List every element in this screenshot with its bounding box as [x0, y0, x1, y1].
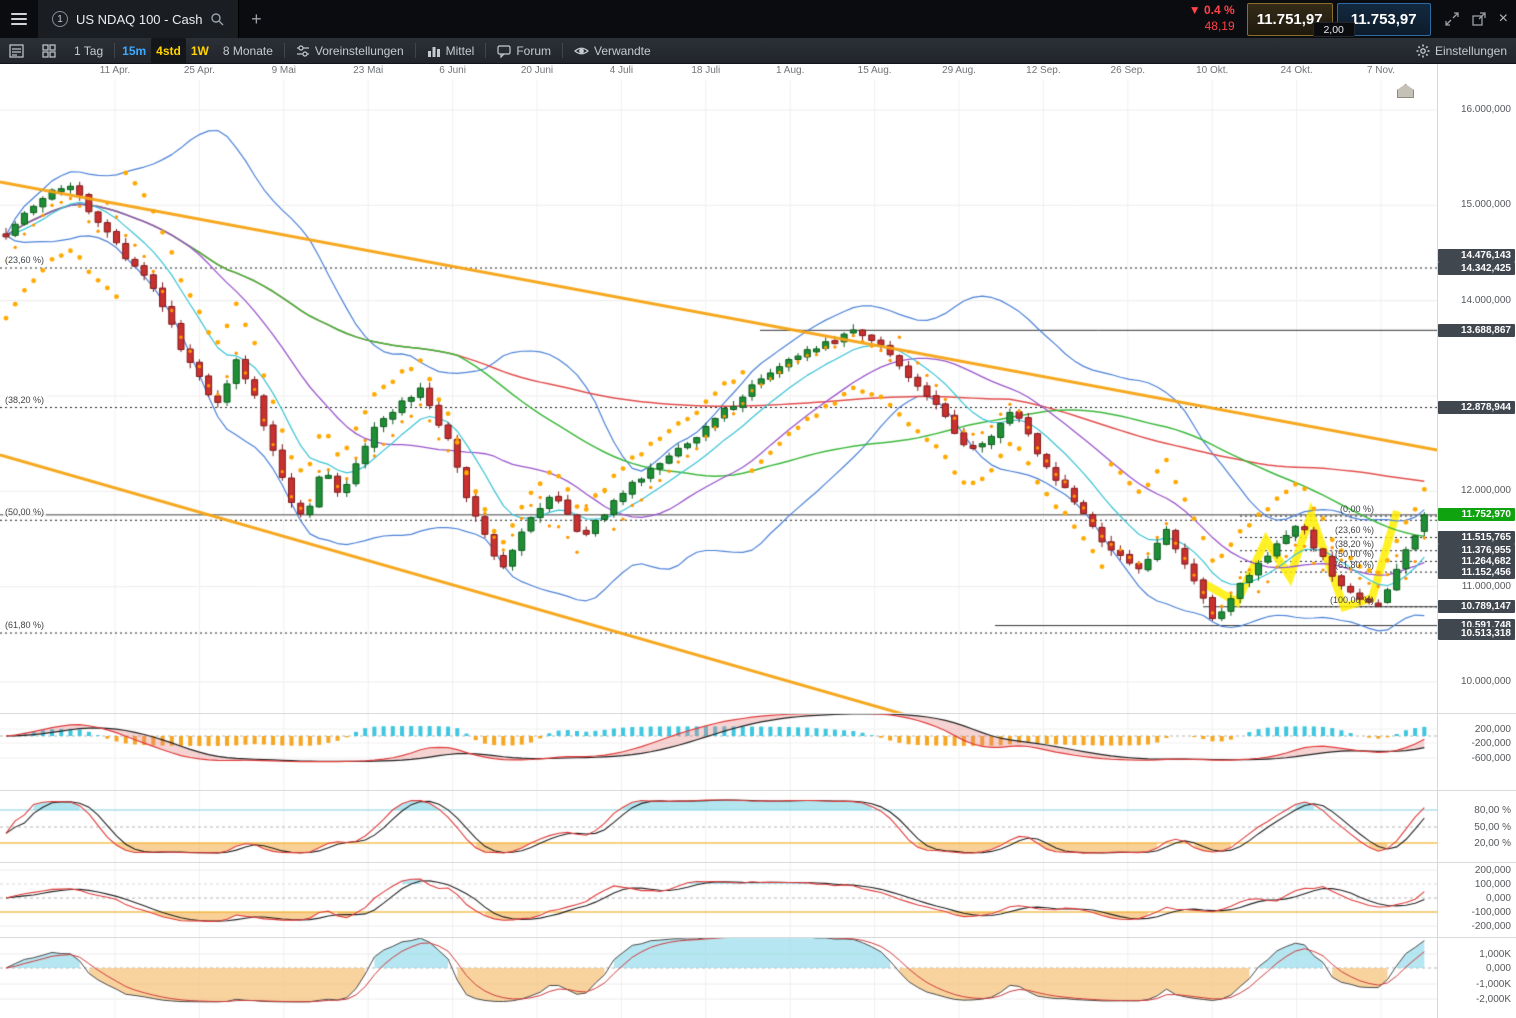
hamburger-icon — [11, 10, 27, 28]
price-change: ▼ 0.4 % 48,19 — [1189, 3, 1235, 34]
sliders-icon — [296, 44, 310, 58]
fib-level-label: (0,00 %) — [1256, 504, 1374, 514]
fib-level-label: (38,20 %) — [3, 395, 46, 405]
panel-axis-label: 80,00 % — [1441, 805, 1511, 816]
fib-level-label: (61,80 %) — [1256, 560, 1374, 570]
price-axis-label: 11.000,000 — [1441, 581, 1511, 592]
quote-panel: 11.751,97 11.753,97 2,00 — [1247, 0, 1431, 38]
panel-axis-label: -600,000 — [1441, 753, 1511, 764]
presets-button[interactable]: Voreinstellungen — [287, 38, 413, 64]
price-level-badge: 13.688,867 — [1438, 324, 1515, 337]
instrument-title: US NDAQ 100 - Cash — [76, 12, 202, 27]
change-percent: 0.4 % — [1204, 3, 1235, 17]
speech-bubble-icon — [497, 44, 511, 58]
price-axis-label: 15.000,000 — [1441, 199, 1511, 210]
panel-axis-label: 200,000 — [1441, 865, 1511, 876]
spread-value: 2,00 — [1313, 22, 1355, 37]
fib-level-label: (23,60 %) — [1256, 525, 1374, 535]
settings-button[interactable]: Einstellungen — [1407, 38, 1516, 64]
date-label: 9 Mai — [272, 65, 296, 76]
date-label: 26 Sep. — [1111, 65, 1145, 76]
chart-panel-button[interactable] — [0, 38, 33, 64]
fib-level-label: (23,60 %) — [3, 255, 46, 265]
date-label: 25 Apr. — [184, 65, 215, 76]
date-label: 10 Okt. — [1196, 65, 1228, 76]
change-direction-icon: ▼ — [1189, 3, 1201, 17]
price-level-badge: 10.789,147 — [1438, 600, 1515, 613]
menu-button[interactable] — [0, 0, 38, 38]
panel-axis-label: 20,00 % — [1441, 838, 1511, 849]
price-axis-label: 14.000,000 — [1441, 295, 1511, 306]
fib-level-label: (50,00 %) — [1256, 549, 1374, 559]
date-label: 7 Nov. — [1367, 65, 1395, 76]
popout-window-icon[interactable] — [1472, 12, 1486, 26]
timeframe-4std-button[interactable]: 4std — [151, 38, 186, 64]
close-icon[interactable]: × — [1499, 11, 1508, 27]
panel-axis-label: -200,000 — [1441, 738, 1511, 749]
panel-separator — [0, 937, 1516, 938]
panel-axis-label: -1,000K — [1441, 979, 1511, 990]
price-axis-label: 12.000,000 — [1441, 485, 1511, 496]
panel-separator — [0, 862, 1516, 863]
price-level-badge: 14.476,143 — [1438, 249, 1515, 262]
fib-level-label: (38,20 %) — [1256, 539, 1374, 549]
panel-axis-label: 100,000 — [1441, 879, 1511, 890]
eye-icon — [574, 45, 589, 57]
price-level-badge: 12.878,944 — [1438, 401, 1515, 414]
panel-axis-label: 0,000 — [1441, 963, 1511, 974]
timeframe-1w-button[interactable]: 1W — [186, 38, 214, 64]
date-label: 11 Apr. — [100, 65, 130, 76]
panel-axis-label: 0,000 — [1441, 893, 1511, 904]
tab-index-badge: 1 — [52, 11, 68, 27]
date-label: 20 Juni — [521, 65, 553, 76]
price-chart-canvas[interactable] — [0, 64, 1437, 1018]
bar-chart-icon — [427, 44, 441, 58]
add-tab-button[interactable]: + — [239, 0, 273, 38]
related-button[interactable]: Verwandte — [565, 38, 660, 64]
panel-axis-label: -100,000 — [1441, 907, 1511, 918]
current-price-badge: 11.752,970 — [1438, 508, 1515, 521]
panel-axis-label: -2,000K — [1441, 994, 1511, 1005]
date-label: 18 Juli — [691, 65, 720, 76]
price-level-badge: 10.513,318 — [1438, 627, 1515, 640]
panel-separator — [0, 713, 1516, 714]
panel-separator — [0, 790, 1516, 791]
expand-icon[interactable] — [1445, 12, 1459, 26]
price-level-badge: 11.515,765 — [1438, 531, 1515, 544]
panel-axis-label: 1,000K — [1441, 949, 1511, 960]
date-label: 23 Mai — [353, 65, 383, 76]
price-level-badge: 14.342,425 — [1438, 262, 1515, 275]
price-axis-label: 16.000,000 — [1441, 104, 1511, 115]
date-label: 12 Sep. — [1026, 65, 1060, 76]
change-absolute: 48,19 — [1205, 19, 1235, 35]
fib-level-label: (100,00 %) — [1256, 595, 1374, 605]
date-label: 4 Juli — [610, 65, 633, 76]
date-label: 1 Aug. — [776, 65, 804, 76]
search-icon[interactable] — [210, 12, 224, 26]
grid-layout-button[interactable] — [33, 38, 65, 64]
chart-toolbar: 1 Tag 15m 4std 1W 8 Monate Voreinstellun… — [0, 38, 1516, 64]
date-label: 6 Juni — [439, 65, 466, 76]
panel-axis-label: 50,00 % — [1441, 822, 1511, 833]
visible-range-label: 8 Monate — [214, 38, 282, 64]
date-label: 29 Aug. — [942, 65, 976, 76]
gear-icon — [1416, 44, 1430, 58]
price-level-badge: 11.152,456 — [1438, 566, 1515, 579]
panel-axis-label: 200,000 — [1441, 724, 1511, 735]
title-bar: 1 US NDAQ 100 - Cash + ▼ 0.4 % 48,19 11.… — [0, 0, 1516, 38]
fib-level-label: (50,00 %) — [3, 507, 46, 517]
instrument-tab[interactable]: 1 US NDAQ 100 - Cash — [38, 0, 239, 38]
date-label: 24 Okt. — [1280, 65, 1312, 76]
timeframe-15m-button[interactable]: 15m — [117, 38, 151, 64]
panel-axis-label: -200,000 — [1441, 921, 1511, 932]
price-axis-label: 10.000,000 — [1441, 676, 1511, 687]
forum-button[interactable]: Forum — [488, 38, 560, 64]
fib-level-label: (61,80 %) — [3, 620, 46, 630]
chart-area: 11 Apr. 25 Apr. 9 Mai 23 Mai 6 Juni 20 Juni 4 … — [0, 64, 1516, 1018]
period-select[interactable]: 1 Tag — [65, 38, 112, 64]
date-label: 15 Aug. — [858, 65, 892, 76]
indicators-button[interactable]: Mittel — [418, 38, 484, 64]
